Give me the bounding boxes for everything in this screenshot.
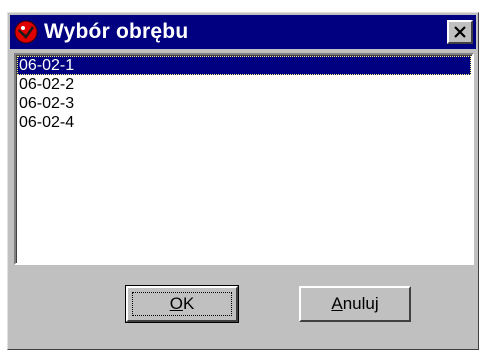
- cancel-button[interactable]: Anuluj: [299, 286, 411, 322]
- app-icon: [14, 20, 38, 44]
- window-title: Wybór obrębu: [44, 20, 189, 43]
- list-item[interactable]: 06-02-4: [17, 113, 471, 132]
- ok-button[interactable]: OK: [125, 285, 239, 323]
- list-item[interactable]: 06-02-2: [17, 75, 471, 94]
- cancel-accelerator: A: [331, 294, 343, 313]
- cancel-button-label: Anuluj: [331, 294, 378, 314]
- title-bar[interactable]: Wybór obrębu: [10, 15, 476, 49]
- list-item[interactable]: 06-02-3: [17, 94, 471, 113]
- list-item[interactable]: 06-02-1: [17, 56, 471, 75]
- close-icon: [454, 26, 466, 38]
- close-button[interactable]: [447, 20, 473, 44]
- cancel-label-rest: nuluj: [342, 294, 379, 313]
- dialog-window: Wybór obrębu 06-02-1 06-02-2 06-02-3 06-…: [7, 12, 479, 350]
- area-listbox[interactable]: 06-02-1 06-02-2 06-02-3 06-02-4: [14, 53, 474, 265]
- focus-rectangle: [132, 292, 232, 316]
